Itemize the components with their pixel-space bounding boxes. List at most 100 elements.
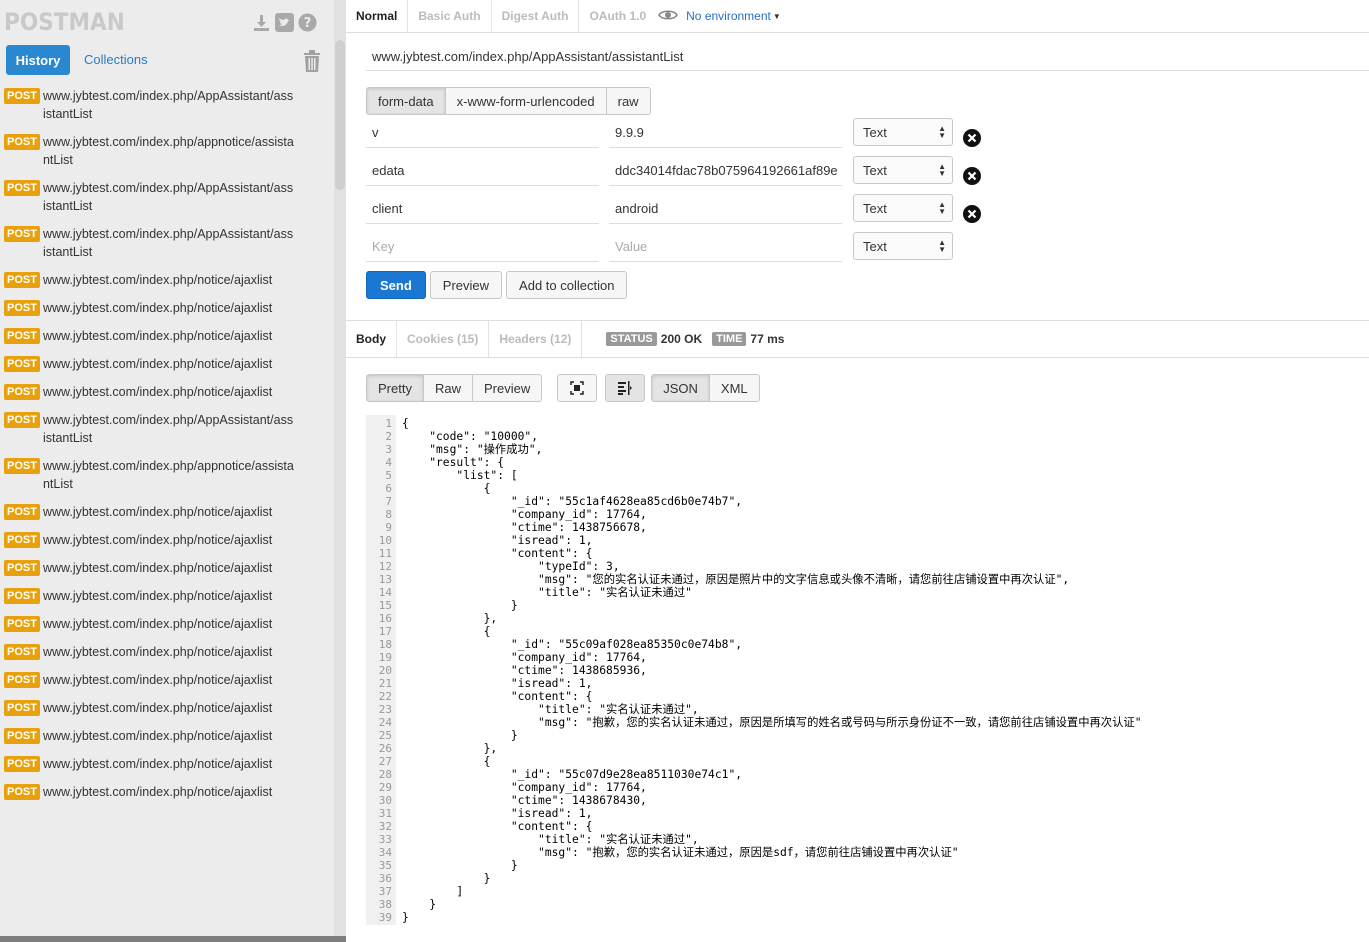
remove-param-icon[interactable] <box>963 129 981 147</box>
code-line: "isread": 1, <box>402 807 593 820</box>
trash-icon[interactable] <box>303 50 321 75</box>
tab-raw[interactable]: raw <box>605 87 651 115</box>
history-item[interactable]: POST www.jybtest.com/index.php/notice/aja… <box>0 324 334 352</box>
eye-icon[interactable] <box>658 9 679 24</box>
tab-response-cookies[interactable]: Cookies (15) <box>397 321 490 357</box>
param-type-select[interactable]: Text ▲ ▼ <box>853 194 953 222</box>
format-json[interactable]: JSON <box>651 374 710 402</box>
line-number: 16 <box>378 612 392 625</box>
remove-param-icon[interactable] <box>963 205 981 223</box>
line-number: 1 <box>385 417 392 430</box>
tab-normal[interactable]: Normal <box>346 0 409 32</box>
param-key-input[interactable]: edata <box>366 156 599 186</box>
time-label: TIME <box>712 332 747 346</box>
response-body-viewer[interactable]: 1 2 3 4 5 6 7 8 9 10 11 12 13 14 15 16 17 18 19 20 21 22 23 24 2… <box>366 415 1369 925</box>
history-item[interactable]: POST www.jybtest.com/index.php/notice/aja… <box>0 584 334 612</box>
code-line: "result": { <box>402 456 505 469</box>
history-item[interactable]: POST www.jybtest.com/index.php/AppAssista… <box>0 408 334 454</box>
twitter-icon[interactable] <box>275 13 294 32</box>
history-item[interactable]: POST www.jybtest.com/index.php/notice/aja… <box>0 724 334 752</box>
new-param-key-input[interactable]: Key <box>366 232 599 262</box>
history-item[interactable]: POST www.jybtest.com/index.php/notice/aja… <box>0 612 334 640</box>
environment-selector[interactable]: No environment ▼ <box>656 9 781 24</box>
code-line: "company_id": 17764, <box>402 508 647 521</box>
param-value-input[interactable]: 9.9.9 <box>609 118 842 148</box>
send-button[interactable]: Send <box>366 271 426 299</box>
history-item[interactable]: POST www.jybtest.com/index.php/notice/aja… <box>0 380 334 408</box>
param-type-select[interactable]: Text ▲ ▼ <box>853 232 953 260</box>
request-url-input[interactable] <box>366 42 1369 71</box>
tab-response-headers[interactable]: Headers (12) <box>489 321 583 357</box>
param-type-select[interactable]: Text ▲ ▼ <box>853 156 953 184</box>
help-icon[interactable]: ? <box>298 13 317 32</box>
body-mode-tabs: form-data x-www-form-urlencoded raw <box>366 87 651 115</box>
history-item[interactable]: POST www.jybtest.com/index.php/notice/aja… <box>0 528 334 556</box>
code-line: "title": "实名认证未通过", <box>402 833 699 846</box>
request-actions: Send Preview Add to collection <box>366 271 628 299</box>
tab-collections[interactable]: Collections <box>84 52 148 67</box>
history-item[interactable]: POST www.jybtest.com/index.php/notice/aja… <box>0 752 334 780</box>
history-item[interactable]: POST www.jybtest.com/index.php/notice/aja… <box>0 696 334 724</box>
tab-oauth[interactable]: OAuth 1.0 <box>579 0 656 32</box>
code-line: } <box>402 599 518 612</box>
tab-form-data[interactable]: form-data <box>366 87 446 115</box>
line-number: 21 <box>378 677 392 690</box>
history-item[interactable]: POST www.jybtest.com/index.php/AppAssista… <box>0 222 334 268</box>
view-raw[interactable]: Raw <box>422 374 473 402</box>
history-item[interactable]: POST www.jybtest.com/index.php/notice/aja… <box>0 780 334 808</box>
caret-down-icon: ▼ <box>772 11 781 21</box>
history-item[interactable]: POST www.jybtest.com/index.php/appnotice/… <box>0 130 334 176</box>
history-item[interactable]: POST www.jybtest.com/index.php/appnotice/… <box>0 454 334 500</box>
wrap-lines-button[interactable] <box>605 374 646 402</box>
line-number: 3 <box>385 443 392 456</box>
line-number: 35 <box>378 859 392 872</box>
param-value-input[interactable]: ddc34014fdac78b075964192661af89e <box>609 156 842 186</box>
view-pretty[interactable]: Pretty <box>366 374 424 402</box>
code-line: } <box>402 911 409 924</box>
tab-urlencoded[interactable]: x-www-form-urlencoded <box>444 87 607 115</box>
code-line: { <box>402 625 491 638</box>
sidebar-scrollbar[interactable] <box>334 0 346 942</box>
history-item[interactable]: POST www.jybtest.com/index.php/notice/aja… <box>0 556 334 584</box>
add-to-collection-button[interactable]: Add to collection <box>506 271 628 299</box>
tab-response-body[interactable]: Body <box>346 321 397 357</box>
code-line: "content": { <box>402 690 593 703</box>
method-badge: POST <box>4 458 40 474</box>
history-url: www.jybtest.com/index.php/appnotice/assi… <box>42 459 294 491</box>
history-item[interactable]: POST www.jybtest.com/index.php/notice/aja… <box>0 268 334 296</box>
method-badge: POST <box>4 180 40 196</box>
remove-param-icon[interactable] <box>963 167 981 185</box>
param-type-select[interactable]: Text ▲ ▼ <box>853 118 953 146</box>
preview-button[interactable]: Preview <box>429 271 503 299</box>
history-url: www.jybtest.com/index.php/notice/ajaxlis… <box>42 589 273 603</box>
history-item[interactable]: POST www.jybtest.com/index.php/AppAssista… <box>0 84 334 130</box>
line-number: 39 <box>378 911 392 924</box>
select-arrows-icon: ▲ ▼ <box>938 124 946 140</box>
param-value-input[interactable]: android <box>609 194 842 224</box>
method-badge: POST <box>4 328 40 344</box>
format-xml[interactable]: XML <box>708 374 760 402</box>
fullscreen-button[interactable] <box>557 374 598 402</box>
param-key-input[interactable]: v <box>366 118 599 148</box>
param-key-input[interactable]: client <box>366 194 599 224</box>
history-item[interactable]: POST www.jybtest.com/index.php/notice/aja… <box>0 296 334 324</box>
code-line: } <box>402 872 491 885</box>
tab-history[interactable]: History <box>6 45 70 75</box>
status-value: 200 OK <box>660 332 703 346</box>
history-item[interactable]: POST www.jybtest.com/index.php/AppAssista… <box>0 176 334 222</box>
history-url: www.jybtest.com/index.php/notice/ajaxlis… <box>42 273 273 287</box>
new-param-value-input[interactable]: Value <box>609 232 842 262</box>
view-preview[interactable]: Preview <box>471 374 543 402</box>
history-item[interactable]: POST www.jybtest.com/index.php/notice/aja… <box>0 500 334 528</box>
method-badge: POST <box>4 588 40 604</box>
history-item[interactable]: POST www.jybtest.com/index.php/notice/aja… <box>0 352 334 380</box>
method-badge: POST <box>4 384 40 400</box>
history-item[interactable]: POST www.jybtest.com/index.php/notice/aja… <box>0 668 334 696</box>
download-icon[interactable] <box>252 13 271 32</box>
code-line: ] <box>402 885 464 898</box>
tab-digest-auth[interactable]: Digest Auth <box>492 0 580 32</box>
tab-basic-auth[interactable]: Basic Auth <box>408 0 492 32</box>
history-item[interactable]: POST www.jybtest.com/index.php/notice/aja… <box>0 640 334 668</box>
code-line: "msg": "操作成功", <box>402 443 543 456</box>
sidebar-horizontal-scrollbar[interactable] <box>0 936 346 942</box>
